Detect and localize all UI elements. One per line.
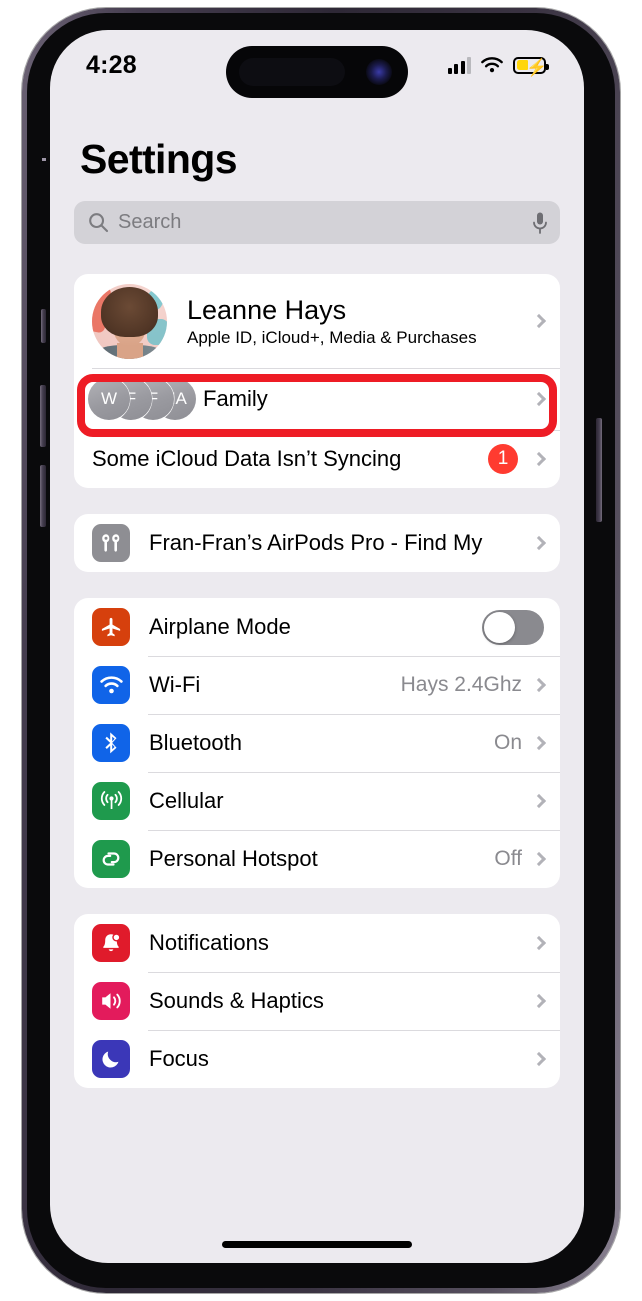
personal-hotspot-label: Personal Hotspot <box>149 846 318 871</box>
wifi-row[interactable]: Wi-Fi Hays 2.4Ghz <box>74 656 560 714</box>
search-placeholder: Search <box>118 211 182 233</box>
chevron-right-icon <box>531 851 547 867</box>
airplane-mode-row[interactable]: Airplane Mode <box>74 598 560 656</box>
chevron-right-icon <box>531 391 547 407</box>
silent-switch[interactable] <box>41 309 46 343</box>
cellular-row[interactable]: Cellular <box>74 772 560 830</box>
personal-hotspot-value: Off <box>494 847 522 870</box>
wifi-icon <box>92 666 130 704</box>
personal-hotspot-row[interactable]: Personal Hotspot Off <box>74 830 560 888</box>
chevron-right-icon <box>531 735 547 751</box>
focus-row[interactable]: Focus <box>74 1030 560 1088</box>
chevron-right-icon <box>531 1051 547 1067</box>
page-title: Settings <box>80 136 238 182</box>
family-member-avatars: W F F HA <box>88 378 196 420</box>
chevron-right-icon <box>531 451 547 467</box>
settings-content: Settings Search Leanne Hays Apple ID, iC… <box>50 92 584 1263</box>
sounds-haptics-label: Sounds & Haptics <box>149 988 324 1013</box>
status-time: 4:28 <box>86 50 137 79</box>
status-indicators: ⚡ <box>447 56 549 77</box>
chevron-right-icon <box>531 313 547 329</box>
battery-charging-icon: ⚡ <box>513 56 549 77</box>
island-pill <box>239 58 345 86</box>
chevron-right-icon <box>531 935 547 951</box>
apple-id-row[interactable]: Leanne Hays Apple ID, iCloud+, Media & P… <box>74 274 560 368</box>
antenna-line <box>42 158 46 161</box>
front-camera-icon <box>366 59 392 85</box>
airpods-row[interactable]: Fran-Fran’s AirPods Pro - Find My <box>74 514 560 572</box>
bluetooth-icon <box>92 724 130 762</box>
device-group: Fran-Fran’s AirPods Pro - Find My <box>74 514 560 572</box>
home-indicator[interactable] <box>222 1241 412 1248</box>
icloud-sync-alert-label: Some iCloud Data Isn’t Syncing <box>92 446 402 471</box>
status-badge: 1 <box>488 444 518 474</box>
search-icon <box>89 213 109 233</box>
cellular-label: Cellular <box>149 788 224 813</box>
notifications-row[interactable]: Notifications <box>74 914 560 972</box>
sounds-haptics-row[interactable]: Sounds & Haptics <box>74 972 560 1030</box>
phone-screen: 4:28 ⚡ Settings Search Leanne Hays Apple… <box>50 30 584 1263</box>
focus-moon-icon <box>92 1040 130 1078</box>
wifi-icon <box>481 57 503 73</box>
chevron-right-icon <box>531 677 547 693</box>
search-input[interactable]: Search <box>74 201 560 244</box>
chevron-right-icon <box>531 535 547 551</box>
focus-label: Focus <box>149 1046 209 1071</box>
apple-id-name: Leanne Hays <box>187 294 347 325</box>
airplane-icon <box>92 608 130 646</box>
dynamic-island <box>226 46 408 98</box>
bluetooth-label: Bluetooth <box>149 730 242 755</box>
family-avatar: W <box>88 378 130 420</box>
bell-icon <box>92 924 130 962</box>
airplane-mode-toggle[interactable] <box>482 609 544 645</box>
avatar <box>92 283 167 359</box>
notifications-group: Notifications Sounds & Haptics Focus <box>74 914 560 1088</box>
family-row[interactable]: W F F HA Family <box>74 368 560 430</box>
connectivity-group: Airplane Mode Wi-Fi Hays 2.4Ghz Bluetoot… <box>74 598 560 888</box>
volume-up-button[interactable] <box>40 385 46 447</box>
bluetooth-value: On <box>493 731 522 754</box>
airpods-label: Fran-Fran’s AirPods Pro - Find My <box>149 530 483 555</box>
power-button[interactable] <box>596 418 602 522</box>
wifi-label: Wi-Fi <box>149 672 201 697</box>
family-label: Family <box>203 386 268 411</box>
account-group: Leanne Hays Apple ID, iCloud+, Media & P… <box>74 274 560 488</box>
apple-id-subtitle: Apple ID, iCloud+, Media & Purchases <box>187 327 477 347</box>
bluetooth-row[interactable]: Bluetooth On <box>74 714 560 772</box>
airpods-icon <box>92 524 130 562</box>
signal-bars-icon <box>447 56 471 74</box>
notifications-label: Notifications <box>149 930 269 955</box>
wifi-value: Hays 2.4Ghz <box>400 673 522 696</box>
airplane-mode-label: Airplane Mode <box>149 614 291 639</box>
chevron-right-icon <box>531 793 547 809</box>
cellular-icon <box>92 782 130 820</box>
hotspot-icon <box>92 840 130 878</box>
chevron-right-icon <box>531 993 547 1009</box>
speaker-icon <box>92 982 130 1020</box>
icloud-sync-alert-row[interactable]: Some iCloud Data Isn’t Syncing 1 <box>74 430 560 488</box>
phone-frame: 4:28 ⚡ Settings Search Leanne Hays Apple… <box>22 8 620 1293</box>
volume-down-button[interactable] <box>40 465 46 527</box>
microphone-icon[interactable] <box>532 211 548 235</box>
